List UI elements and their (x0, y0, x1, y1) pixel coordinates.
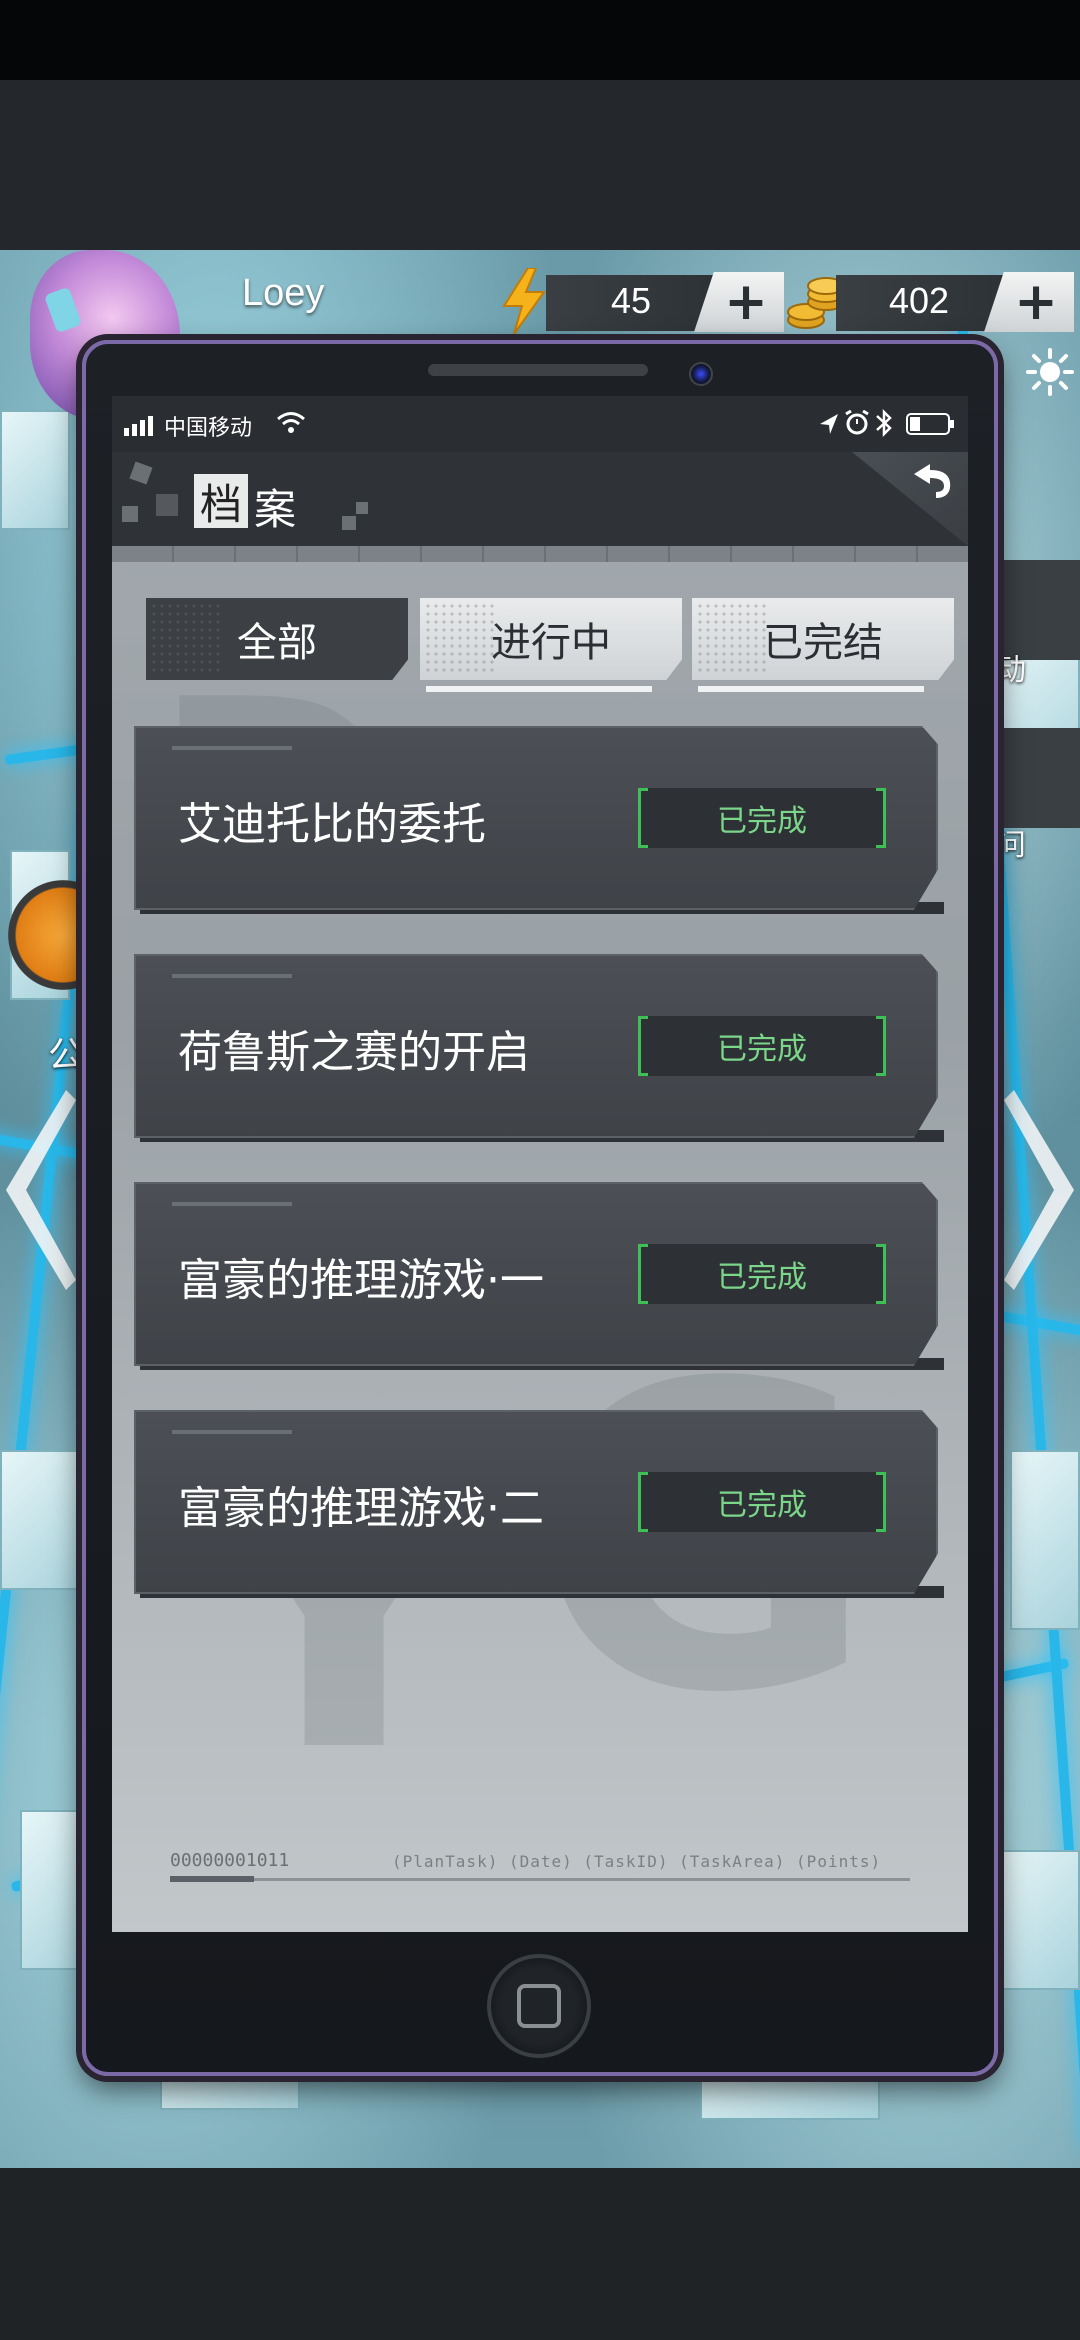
mission-title: 荷鲁斯之赛的开启 (178, 1027, 530, 1078)
header-decoration (156, 494, 178, 516)
header-decoration (356, 502, 368, 514)
side-activity-label: 动 (996, 653, 1026, 688)
archive-field-labels: (PlanTask) (Date) (TaskID) (TaskArea) (P… (392, 1852, 882, 1871)
signal-strength-icon (124, 416, 153, 436)
status-badge: 已完成 (638, 1016, 886, 1076)
alarm-clock-icon (845, 410, 869, 435)
chevron-left-icon[interactable] (0, 1090, 76, 1290)
phone-screen: D G Y 中国移动 档 案 全部 进行中 已完 (112, 396, 968, 1932)
phone-camera-icon (689, 362, 713, 386)
top-black-bar (0, 0, 1080, 80)
card-decoration (172, 1430, 292, 1434)
back-arrow-icon[interactable] (906, 460, 956, 500)
energy-value: 45 (610, 280, 652, 321)
footer-divider-accent (170, 1876, 254, 1882)
home-square-icon (517, 1984, 561, 2028)
building (990, 1850, 1080, 1990)
coins-value: 402 (888, 280, 950, 321)
carrier-name: 中国移动 (164, 416, 253, 441)
plus-icon: + (1014, 272, 1058, 332)
side-notice-label: 公 (48, 1035, 85, 1076)
badge-bracket (638, 1472, 648, 1532)
phone-home-button[interactable] (487, 1954, 591, 2058)
status-badge: 已完成 (638, 1472, 886, 1532)
header-decoration (342, 516, 356, 530)
mission-title: 艾迪托比的委托 (178, 799, 486, 850)
tab-underline (698, 686, 924, 692)
page-title-first: 档 (194, 474, 248, 529)
building (20, 1810, 90, 1970)
footer-divider (170, 1878, 910, 1881)
building (0, 410, 70, 530)
battery-icon (906, 413, 954, 435)
player-name: Loey (242, 272, 325, 314)
page-title-rest: 案 (254, 485, 297, 534)
bluetooth-icon (876, 408, 892, 438)
side-question-label: 问 (996, 828, 1026, 863)
archive-code: 00000001011 (170, 1850, 290, 1871)
card-decoration (172, 1202, 292, 1206)
plus-icon: + (724, 272, 768, 332)
chevron-right-icon[interactable] (1004, 1090, 1080, 1290)
lightning-bolt-icon (502, 268, 546, 334)
header-strip (112, 546, 968, 562)
badge-bracket (876, 1016, 886, 1076)
tab-underline (426, 686, 652, 692)
status-badge: 已完成 (638, 1244, 886, 1304)
building (0, 1450, 80, 1590)
badge-bracket (638, 788, 648, 848)
location-arrow-icon (820, 414, 838, 434)
badge-bracket (876, 1472, 886, 1532)
badge-bracket (638, 1244, 648, 1304)
building (1010, 1450, 1080, 1630)
badge-bracket (876, 1244, 886, 1304)
card-decoration (172, 974, 292, 978)
mission-title: 富豪的推理游戏·一 (178, 1255, 544, 1306)
badge-bracket (876, 788, 886, 848)
header-decoration (122, 506, 138, 522)
top-dark-band (0, 80, 1080, 250)
tab-pattern (150, 602, 220, 676)
tab-pattern (696, 602, 766, 676)
wifi-icon (277, 412, 305, 433)
mission-title: 富豪的推理游戏·二 (178, 1483, 544, 1534)
bottom-dark-band (0, 2168, 1080, 2340)
tab-pattern (424, 602, 494, 676)
weather-sun-icon (1026, 348, 1074, 396)
badge-bracket (638, 1016, 648, 1076)
card-decoration (172, 746, 292, 750)
phone-speaker (428, 364, 648, 376)
status-badge: 已完成 (638, 788, 886, 848)
